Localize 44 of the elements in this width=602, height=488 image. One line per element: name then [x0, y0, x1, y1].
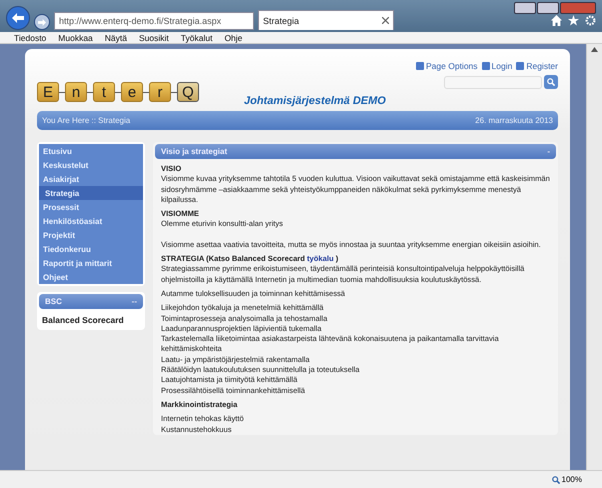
menu-item[interactable]: Muokkaa [58, 32, 93, 42]
zoom-level[interactable]: 100% [562, 475, 582, 484]
nav-item[interactable]: Prosessit [39, 200, 143, 214]
nav-item[interactable]: Projektit [39, 228, 143, 242]
menu-item[interactable]: Suosikit [139, 32, 169, 42]
side-link[interactable]: Balanced Scorecard [39, 309, 143, 328]
nav-item[interactable]: Tiedonkeruu [39, 242, 143, 256]
nav-item[interactable]: Keskustelut [39, 158, 143, 172]
minimize-button[interactable] [514, 2, 536, 14]
forward-button[interactable] [34, 14, 50, 30]
back-button[interactable] [6, 6, 30, 30]
maximize-button[interactable] [537, 2, 559, 14]
breadcrumb-text: You Are Here :: Strategia [42, 116, 130, 125]
date-text: 26. marraskuuta 2013 [475, 116, 553, 125]
menu-item[interactable]: Näytä [104, 32, 128, 42]
nav-item[interactable]: Henkilöstöasiat [39, 214, 143, 228]
panel-title: Visio ja strategiat [161, 147, 228, 156]
nav-item[interactable]: Asiakirjat [39, 172, 143, 186]
nav-item[interactable]: Etusivu [39, 144, 143, 158]
panel-title: BSC [45, 297, 62, 306]
search-field[interactable] [444, 76, 542, 88]
header-link[interactable]: Page Options [416, 61, 478, 71]
site-subtitle: Johtamisjärjestelmä DEMO [244, 95, 386, 107]
home-icon[interactable] [551, 15, 562, 26]
header-link[interactable]: Register [516, 61, 558, 71]
menu-item[interactable]: Tiedosto [14, 32, 46, 42]
address-bar[interactable]: http://www.enterq-demo.fi/Strategia.aspx [54, 12, 254, 30]
close-tab-icon[interactable] [382, 17, 389, 24]
menu-item[interactable]: Ohje [224, 32, 242, 42]
settings-icon[interactable] [585, 15, 596, 26]
left-arrow-icon [12, 13, 24, 23]
logo-drawing: E n t e r Q Johtamisjärjestelmä DEMO [37, 61, 386, 111]
star-icon[interactable] [568, 15, 579, 26]
search-button[interactable] [544, 75, 558, 89]
right-arrow-icon [38, 18, 46, 26]
header-link[interactable]: Login [482, 61, 512, 71]
menu-item[interactable]: Työkalut [180, 32, 212, 42]
browser-tab[interactable]: Strategia [258, 10, 394, 30]
zoom-icon [552, 476, 560, 484]
nav-item[interactable]: Raportit ja mittarit [39, 256, 143, 270]
nav-item[interactable]: Ohjeet [39, 270, 143, 284]
nav-item[interactable]: Strategia [39, 186, 143, 200]
scroll-up-icon[interactable] [591, 47, 598, 52]
url-text: http://www.enterq-demo.fi/Strategia.aspx [59, 16, 222, 26]
